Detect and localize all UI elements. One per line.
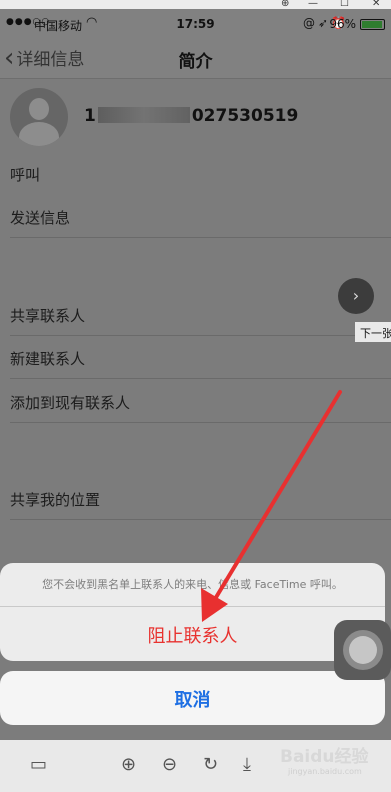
- new-contact-row[interactable]: 新建联系人: [10, 336, 391, 379]
- avatar: [10, 88, 68, 146]
- watermark-brand: Baidu经验: [280, 747, 369, 767]
- window-chrome: ⊕ — ☐ ✕: [0, 0, 391, 9]
- battery-icon: [360, 19, 385, 30]
- contact-phone-number: 1 027530519: [84, 106, 298, 126]
- next-image-label: 下一张: [355, 322, 391, 342]
- redaction-blur: [97, 107, 190, 123]
- next-image-button[interactable]: ›: [338, 278, 374, 314]
- phone-prefix: 1: [84, 106, 96, 126]
- minimize-icon[interactable]: —: [308, 0, 318, 9]
- action-sheet-message: 您不会收到黑名单上联系人的来电、信息或 FaceTime 呼叫。: [0, 563, 385, 607]
- phone-suffix: 027530519: [191, 106, 299, 126]
- baidu-watermark: Baidu经验 jingyan.baidu.com: [280, 742, 369, 776]
- block-contact-button[interactable]: 阻止联系人: [0, 607, 385, 661]
- watermark-url: jingyan.baidu.com: [288, 767, 362, 776]
- share-location-label: 共享我的位置: [10, 491, 101, 509]
- download-icon[interactable]: ⤓: [243, 754, 251, 775]
- zoom-out-icon[interactable]: ⊖: [162, 754, 177, 775]
- nav-bar: ‹ 详细信息 简介: [0, 39, 391, 79]
- zoom-in-icon[interactable]: ⊕: [121, 754, 136, 775]
- layout-icon[interactable]: ▭: [30, 754, 47, 775]
- action-sheet-group: 您不会收到黑名单上联系人的来电、信息或 FaceTime 呼叫。 阻止联系人: [0, 563, 385, 661]
- rotate-icon[interactable]: ↻: [203, 754, 218, 775]
- maximize-icon[interactable]: ☐: [340, 0, 349, 9]
- share-contact-label: 共享联系人: [10, 307, 86, 325]
- call-row[interactable]: 呼叫: [10, 152, 391, 195]
- share-contact-row[interactable]: 共享联系人: [10, 293, 391, 336]
- assistive-touch-button[interactable]: [334, 620, 391, 680]
- message-row[interactable]: 发送信息: [10, 195, 391, 238]
- battery-percent: 96%: [329, 17, 356, 31]
- chevron-right-icon: ›: [352, 286, 360, 305]
- share-location-row[interactable]: 共享我的位置: [10, 477, 391, 520]
- pin-icon[interactable]: ⊕: [281, 0, 289, 9]
- cancel-button[interactable]: 取消: [0, 671, 385, 725]
- message-label: 发送信息: [10, 209, 71, 227]
- close-icon[interactable]: ✕: [372, 0, 380, 9]
- status-bar: ●●●○○ 中国移动 ◠ 17:59 @➶⏰ 96%: [0, 9, 391, 39]
- add-existing-label: 添加到现有联系人: [10, 394, 131, 412]
- call-label: 呼叫: [10, 166, 41, 184]
- add-existing-row[interactable]: 添加到现有联系人: [10, 380, 391, 423]
- page-title: 简介: [178, 52, 213, 72]
- new-contact-label: 新建联系人: [10, 350, 86, 368]
